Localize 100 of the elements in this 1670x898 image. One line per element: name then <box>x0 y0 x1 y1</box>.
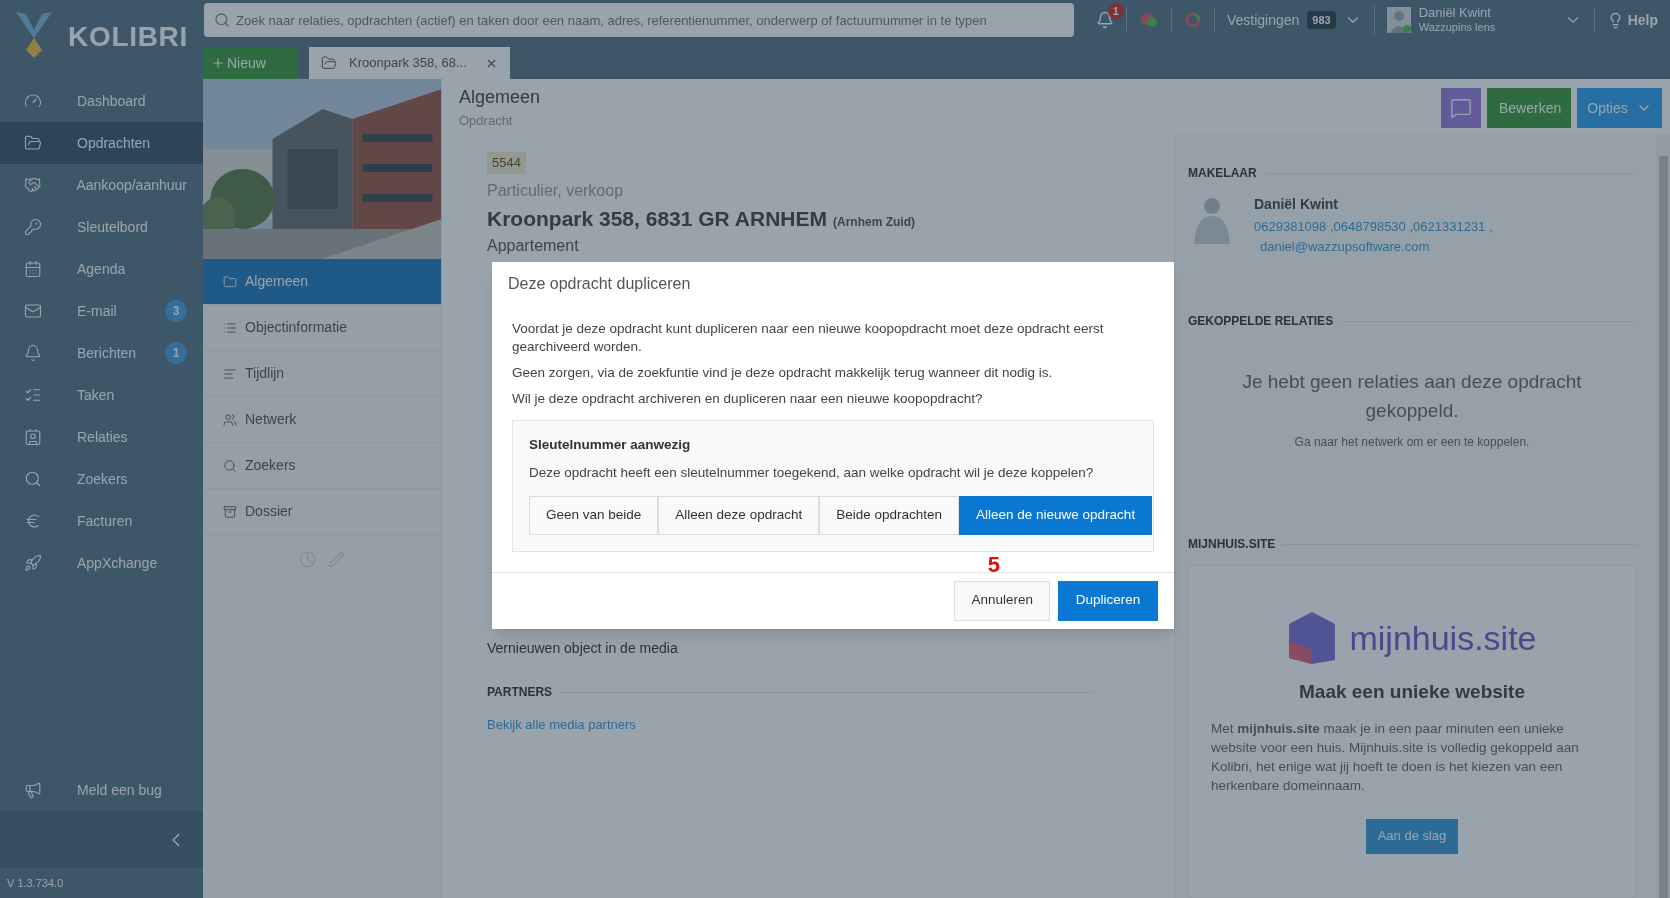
sidebar-label: Taken <box>77 385 115 405</box>
help-link[interactable]: Help <box>1593 8 1670 32</box>
options-button[interactable]: Opties <box>1577 88 1662 128</box>
list-icon <box>223 320 237 335</box>
object-district: (Arnhem Zuid) <box>833 213 915 231</box>
sidebar-label: Agenda <box>77 259 126 279</box>
object-nav-item[interactable]: Tijdlijn <box>203 351 441 397</box>
sidebar-label: Relaties <box>77 427 128 447</box>
object-nav-item[interactable]: Algemeen <box>203 259 441 305</box>
object-type: Appartement <box>487 236 580 256</box>
mail-icon <box>24 302 42 320</box>
branches-selector[interactable]: Vestigingen 983 <box>1213 8 1374 32</box>
key-icon <box>24 218 42 236</box>
page-title: Algemeen <box>459 86 541 109</box>
sidebar-label: Facturen <box>77 511 133 531</box>
dialog-text: Wil je deze opdracht archiveren en dupliceren naar een nieuwe koopopdracht? <box>512 390 984 408</box>
search-icon <box>24 470 42 488</box>
user-company: Wazzupins lens <box>1418 21 1496 35</box>
sidebar-item[interactable]: Opdrachten <box>0 122 203 164</box>
people-icon <box>223 412 237 427</box>
sidebar-label: Dashboard <box>77 91 146 111</box>
promo-title: Maak een unieke website <box>1299 680 1525 704</box>
sidebar-label: E-mail <box>77 301 117 321</box>
agent-phones[interactable]: 0629381098 ,0648798530 ,0621331231 , <box>1254 217 1493 237</box>
option-button[interactable]: Alleen deze opdracht <box>658 495 820 535</box>
logo-text: KOLIBRI <box>68 20 188 54</box>
cancel-button[interactable]: Annuleren <box>954 580 1050 621</box>
version-text: V 1.3.734.0 <box>7 875 64 891</box>
clock-icon[interactable] <box>299 551 316 568</box>
object-nav-item[interactable]: Netwerk <box>203 397 441 443</box>
sidebar-label: Meld een bug <box>77 780 162 800</box>
count-badge: 983 <box>1307 10 1336 30</box>
scrollbar[interactable] <box>1656 134 1670 898</box>
section-heading: MAKELAAR <box>1188 165 1257 182</box>
promo-text: Met mijnhuis.site maak je in een paar minuten een unieke website voor een huis. Mijnhuis.site is volledig gekoppeld aan Kolibri, het enige wat jij hoeft te doen is het kiezen van een herkenbare domeinnaam. <box>1211 719 1580 795</box>
dialog-text: Voordat je deze opdracht kunt dupliceren naar een nieuwe koopopdracht moet deze opdracht eerst gearchiveerd worden. <box>512 320 1105 356</box>
object-address: Kroonpark 358, 6831 GR ARNHEM <box>487 205 827 232</box>
option-button[interactable]: Beide opdrachten <box>819 495 959 535</box>
agent-email[interactable]: daniel@wazzupsoftware.com <box>1254 236 1493 256</box>
sidebar-item[interactable]: Meld een bug <box>0 769 203 811</box>
key-box-title: Sleutelnummer aanwezig <box>529 436 692 454</box>
section-heading: PARTNERS <box>487 684 553 701</box>
folder-icon <box>24 134 42 152</box>
sidebar-label: Zoekers <box>77 469 128 489</box>
dialog-title: Deze opdracht dupliceren <box>507 274 692 294</box>
checklist-icon <box>24 386 42 404</box>
page-subtitle: Opdracht <box>459 112 514 130</box>
count-badge: 1 <box>165 342 187 364</box>
ring-icon[interactable] <box>1183 11 1202 29</box>
object-category: Particulier, verkoop <box>487 180 625 201</box>
avatar-icon <box>1386 7 1411 33</box>
step-marker: 5 <box>987 553 1000 576</box>
folder-icon <box>321 55 337 71</box>
bell-icon <box>24 344 42 362</box>
search-icon <box>214 12 230 28</box>
search-icon <box>223 458 237 473</box>
object-nav-item[interactable]: Objectinformatie <box>203 305 441 351</box>
contact-card-icon <box>24 428 42 446</box>
object-nav-item[interactable]: Dossier <box>203 489 441 535</box>
get-started-button[interactable]: Aan de slag <box>1365 818 1459 854</box>
folder-icon <box>223 274 237 289</box>
pencil-icon[interactable] <box>328 551 345 568</box>
empty-state-title: Je hebt geen relaties aan deze opdracht gekoppeld. <box>1241 370 1583 423</box>
notification-badge: 1 <box>1107 3 1124 19</box>
object-nav-item[interactable]: Zoekers <box>203 443 441 489</box>
megaphone-icon <box>24 781 42 799</box>
reference-tag: 5544 <box>487 152 526 174</box>
speech-bubble-icon <box>1450 97 1472 119</box>
new-button[interactable]: Nieuw <box>203 47 298 79</box>
document-tab[interactable]: Kroonpark 358, 68... <box>309 47 510 79</box>
media-note: Vernieuwen object in de media <box>487 639 679 658</box>
partners-link[interactable]: Bekijk alle media partners <box>487 715 1094 735</box>
user-menu[interactable]: Daniël Kwint Wazzupins lens <box>1373 5 1594 35</box>
count-badge: 3 <box>165 300 187 322</box>
section-heading: MIJNHUIS.SITE <box>1188 536 1276 553</box>
house-logo-icon <box>1287 610 1338 666</box>
chat-button[interactable] <box>1441 88 1481 128</box>
plus-icon <box>211 56 225 70</box>
edit-button[interactable]: Bewerken <box>1487 88 1571 128</box>
lines-icon <box>223 366 237 381</box>
search-field[interactable]: Zoek naar relaties, opdrachten (actief) en taken door een naam, adres, referentienummer, onderwerp of factuurnummer in te typen <box>204 3 1074 37</box>
user-name: Daniël Kwint <box>1418 5 1492 22</box>
empty-state-hint: Ga naar het netwerk om er een te koppelen. <box>1293 434 1531 451</box>
dialog-text: Geen zorgen, via de zoekfuntie vind je deze opdracht makkelijk terug wanneer dit nodig is. <box>512 364 1054 382</box>
rocket-icon <box>24 554 42 572</box>
section-heading: GEKOPPELDE RELATIES <box>1188 313 1334 330</box>
promo-logo-text: mijnhuis.site <box>1349 617 1537 659</box>
sidebar-label: Aankoop/aanhuur <box>76 175 187 195</box>
sidebar-label: Sleutelbord <box>77 217 148 237</box>
sidebar-label: Berichten <box>77 343 137 363</box>
colored-dots-icon[interactable] <box>1138 11 1159 29</box>
duplicate-button[interactable]: Dupliceren <box>1058 580 1158 621</box>
bell-icon[interactable] <box>1095 11 1114 29</box>
sidebar-label: AppXchange <box>77 553 158 573</box>
option-button[interactable]: Geen van beide <box>529 495 659 535</box>
calendar-icon <box>24 260 42 278</box>
option-button[interactable]: Alleen de nieuwe opdracht <box>959 495 1153 535</box>
agent-name: Daniël Kwint <box>1254 195 1339 214</box>
key-box-question: Deze opdracht heeft een sleutelnummer toegekend, aan welke opdracht wil je deze koppelen? <box>529 464 1095 483</box>
sidebar-label: Opdrachten <box>77 133 151 153</box>
